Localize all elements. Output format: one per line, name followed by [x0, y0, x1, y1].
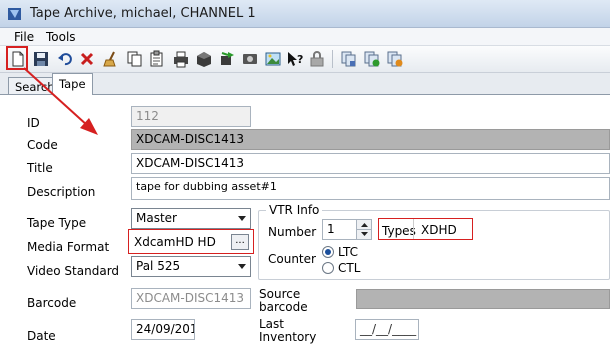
menu-tools[interactable]: Tools: [46, 30, 76, 44]
toolbar: ?: [0, 46, 610, 73]
id-field: 112: [131, 106, 251, 127]
id-label: ID: [27, 116, 40, 130]
description-field[interactable]: tape for dubbing asset#1: [131, 177, 610, 200]
add-doc-icon[interactable]: [363, 50, 381, 68]
counter-ctl-radio[interactable]: [322, 262, 334, 274]
barcode-field: XDCAM-DISC1413: [131, 288, 251, 309]
menu-bar: File Tools: [0, 28, 610, 46]
title-bar: Tape Archive, michael, CHANNEL 1: [0, 0, 610, 28]
lock-icon[interactable]: [308, 50, 326, 68]
counter-ltc-label[interactable]: LTC: [338, 245, 358, 259]
date-label: Date: [27, 329, 56, 343]
media-format-browse-button[interactable]: ...: [231, 234, 249, 250]
remove-doc-icon[interactable]: [386, 50, 404, 68]
description-label: Description: [27, 185, 96, 199]
copy-doc-icon[interactable]: [340, 50, 358, 68]
menu-file[interactable]: File: [14, 30, 34, 44]
video-standard-select[interactable]: Pal 525: [131, 256, 251, 277]
vtr-counter-label: Counter: [268, 252, 316, 266]
vtr-types-label: Types: [382, 224, 416, 238]
archive-box-icon[interactable]: [195, 50, 213, 68]
transfer-icon[interactable]: [218, 50, 236, 68]
new-document-icon[interactable]: [9, 50, 27, 68]
source-barcode-label: Source barcode: [259, 288, 308, 314]
undo-icon[interactable]: [56, 50, 74, 68]
video-standard-label: Video Standard: [27, 264, 120, 278]
last-inventory-label: Last Inventory: [259, 318, 316, 344]
vtr-number-value: 1: [327, 222, 335, 236]
chevron-down-icon: [238, 264, 246, 269]
counter-ctl-label[interactable]: CTL: [338, 261, 360, 275]
title-label: Title: [27, 161, 53, 175]
counter-ltc-radio[interactable]: [322, 246, 334, 258]
last-inventory-field[interactable]: __/__/____: [355, 319, 419, 340]
spinner-arrows-icon: [357, 223, 372, 236]
delete-icon[interactable]: [78, 50, 96, 68]
tape-type-select[interactable]: Master: [131, 208, 251, 229]
code-field[interactable]: XDCAM-DISC1413: [131, 129, 610, 150]
media-format-label: Media Format: [27, 240, 110, 254]
spinner-buttons[interactable]: [356, 220, 372, 239]
print-icon[interactable]: [172, 50, 190, 68]
code-label: Code: [27, 138, 58, 152]
help-icon[interactable]: ?: [286, 50, 304, 68]
barcode-label: Barcode: [27, 296, 77, 310]
paste-icon[interactable]: [148, 50, 166, 68]
chevron-down-icon: [238, 216, 246, 221]
vtr-types-divider: [413, 219, 414, 239]
date-field[interactable]: 24/09/2012: [131, 319, 195, 340]
vtr-types-value[interactable]: XDHD: [421, 223, 457, 237]
vtr-info-legend: VTR Info: [266, 203, 323, 217]
image-icon[interactable]: [264, 50, 282, 68]
media-format-value: XdcamHD HD: [134, 235, 216, 249]
svg-text:?: ?: [297, 53, 303, 66]
toolbar-separator: [332, 50, 333, 68]
tab-tape[interactable]: Tape: [52, 73, 93, 95]
vtr-number-label: Number: [268, 225, 317, 239]
source-barcode-field[interactable]: [356, 289, 610, 309]
broom-icon[interactable]: [102, 50, 120, 68]
save-icon[interactable]: [32, 50, 50, 68]
tape-type-label: Tape Type: [27, 216, 87, 230]
title-field[interactable]: XDCAM-DISC1413: [131, 153, 610, 174]
window-title: Tape Archive, michael, CHANNEL 1: [30, 6, 256, 21]
copy-icon[interactable]: [126, 50, 144, 68]
last-inventory-label-line2: Inventory: [259, 330, 317, 344]
archive-disc-icon[interactable]: [241, 50, 259, 68]
tape-type-value: Master: [136, 211, 177, 225]
app-icon: [6, 5, 24, 23]
source-barcode-label-line2: barcode: [259, 300, 308, 314]
video-standard-value: Pal 525: [136, 259, 181, 273]
